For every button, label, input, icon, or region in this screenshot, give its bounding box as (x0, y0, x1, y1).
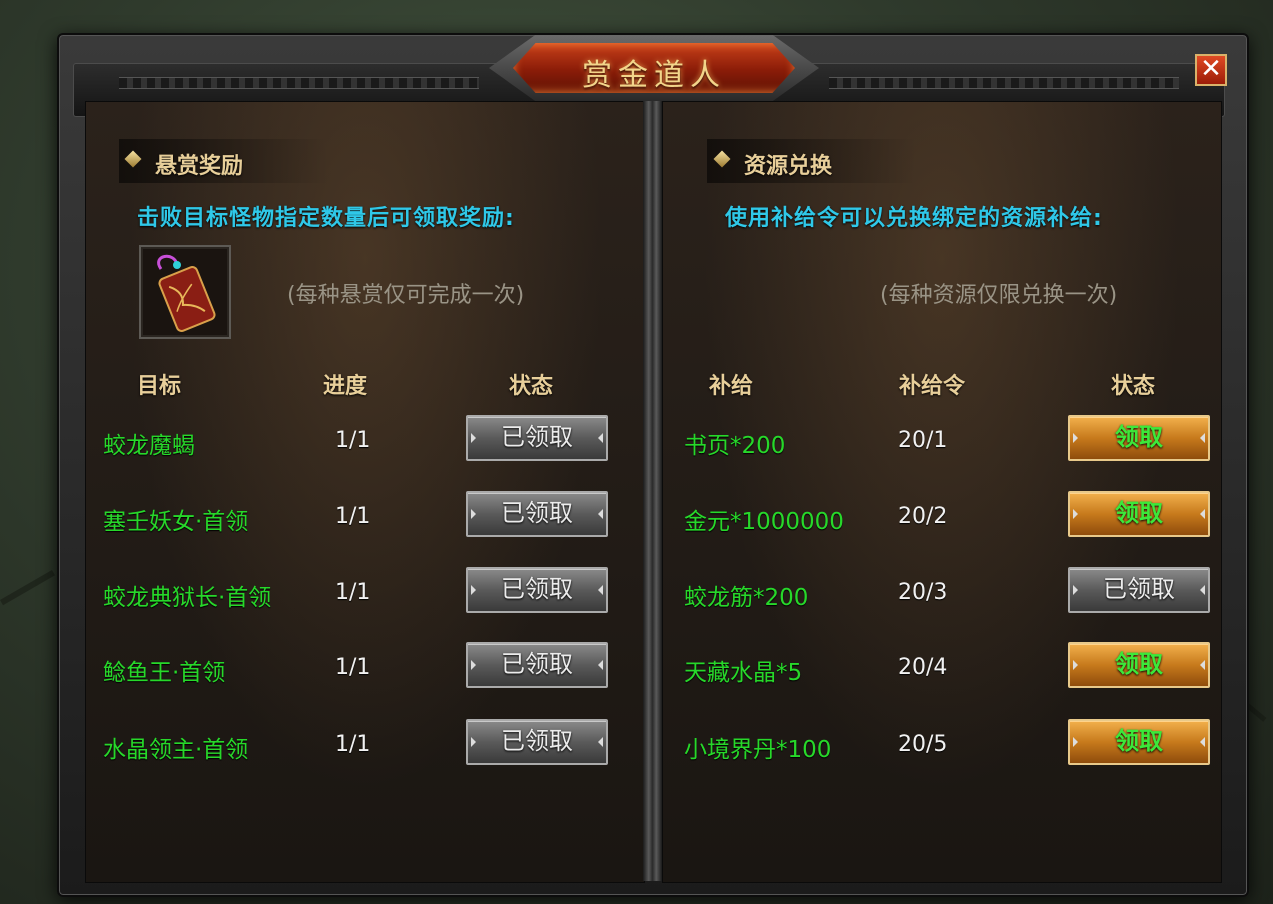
token-pendant-icon (157, 254, 216, 332)
supply-tokens: 20/2 (898, 504, 948, 529)
supply-tokens: 20/3 (898, 580, 948, 605)
claimed-button[interactable]: 已领取 (466, 415, 608, 461)
col-tokens: 补给令 (899, 374, 966, 399)
col-supply: 补给 (709, 374, 754, 399)
supply-tokens: 20/4 (898, 655, 948, 680)
reward-token-icon (139, 245, 231, 339)
window-title: 赏金道人 (582, 58, 726, 93)
bounty-window: 赏金道人 ✕ 悬赏奖励 击败目标怪物指定数量后可领取奖励: (每种悬赏仅可完成一… (57, 33, 1249, 897)
col-progress: 进度 (323, 374, 368, 399)
target-progress: 1/1 (335, 732, 371, 757)
title-plate: 赏金道人 (489, 35, 819, 101)
claim-button[interactable]: 领取 (1068, 415, 1210, 461)
target-progress: 1/1 (335, 428, 371, 453)
claimed-button[interactable]: 已领取 (1068, 567, 1210, 613)
col-target: 目标 (137, 374, 182, 399)
supply-name: 书页*200 (684, 433, 786, 459)
target-name: 水晶领主·首领 (103, 737, 249, 763)
claim-button[interactable]: 领取 (1068, 642, 1210, 688)
claimed-button[interactable]: 已领取 (466, 642, 608, 688)
exchange-heading: 资源兑换 (744, 154, 833, 179)
claimed-button[interactable]: 已领取 (466, 567, 608, 613)
target-progress: 1/1 (335, 655, 371, 680)
bounty-heading: 悬赏奖励 (155, 154, 244, 179)
exchange-description: 使用补给令可以兑换绑定的资源补给: (725, 206, 1103, 231)
supply-name: 小境界丹*100 (684, 737, 832, 763)
claimed-button[interactable]: 已领取 (466, 491, 608, 537)
title-rail-left (119, 77, 479, 89)
exchange-note: (每种资源仅限兑换一次) (880, 283, 1118, 308)
col-status: 状态 (509, 374, 554, 399)
target-name: 蛟龙典狱长·首领 (103, 585, 272, 611)
bounty-description: 击败目标怪物指定数量后可领取奖励: (137, 206, 515, 231)
background-crack (0, 570, 55, 606)
close-icon: ✕ (1200, 54, 1222, 84)
col-status: 状态 (1111, 374, 1156, 399)
close-button[interactable]: ✕ (1195, 54, 1227, 86)
target-progress: 1/1 (335, 504, 371, 529)
supply-tokens: 20/1 (898, 428, 948, 453)
panel-divider (643, 101, 662, 881)
target-name: 蛟龙魔蝎 (103, 433, 195, 459)
target-progress: 1/1 (335, 580, 371, 605)
supply-name: 蛟龙筋*200 (684, 585, 809, 611)
supply-name: 天藏水晶*5 (684, 660, 803, 686)
claim-button[interactable]: 领取 (1068, 491, 1210, 537)
target-name: 鲶鱼王·首领 (103, 660, 226, 686)
claim-button[interactable]: 领取 (1068, 719, 1210, 765)
supply-tokens: 20/5 (898, 732, 948, 757)
claimed-button[interactable]: 已领取 (466, 719, 608, 765)
supply-name: 金元*1000000 (684, 509, 844, 535)
bounty-note: (每种悬赏仅可完成一次) (287, 283, 525, 308)
title-rail-right (829, 77, 1179, 89)
target-name: 塞壬妖女·首领 (103, 509, 249, 535)
